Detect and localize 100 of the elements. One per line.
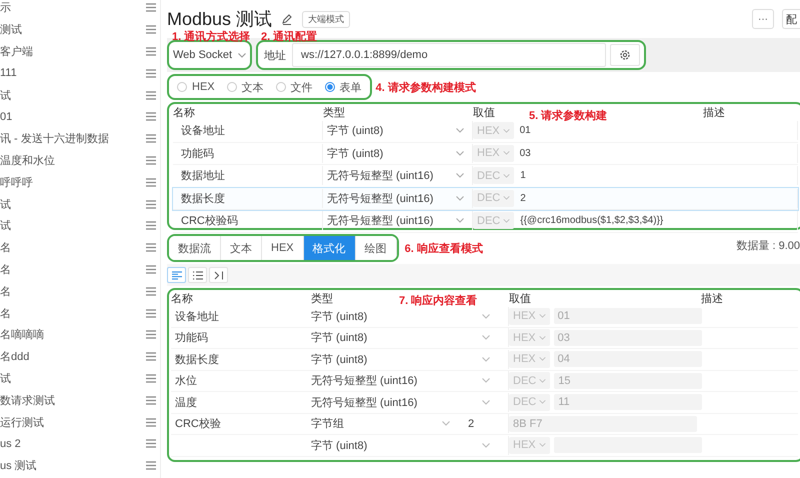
column-header: 名称 bbox=[171, 292, 193, 306]
menu-icon[interactable] bbox=[146, 221, 156, 230]
chevron-icon bbox=[538, 314, 546, 318]
sidebar-item[interactable]: 试 bbox=[0, 88, 11, 103]
chevron-icon bbox=[503, 174, 510, 178]
sidebar-item[interactable]: 名 bbox=[0, 284, 11, 299]
sidebar-item[interactable]: 运行测试 bbox=[0, 414, 44, 430]
sidebar-item[interactable]: 试 bbox=[0, 370, 11, 386]
chevron-icon bbox=[502, 128, 510, 133]
menu-icon[interactable] bbox=[146, 308, 156, 318]
chevron-icon bbox=[456, 128, 464, 134]
sidebar-item[interactable]: 测试 bbox=[0, 22, 22, 38]
menu-icon[interactable] bbox=[146, 200, 156, 209]
chevron-icon bbox=[238, 52, 246, 58]
page-title: Modbus 测试 bbox=[167, 8, 272, 30]
name-field[interactable]: 功能码 bbox=[173, 144, 323, 163]
type-select[interactable]: 字节组 bbox=[311, 414, 458, 434]
sidebar-item[interactable]: 数请求测试 bbox=[0, 392, 55, 408]
sidebar-item[interactable]: us 测试 bbox=[0, 458, 37, 474]
menu-icon[interactable] bbox=[146, 3, 156, 12]
sidebar-item[interactable]: 名ddd bbox=[0, 349, 30, 364]
menu-icon[interactable] bbox=[146, 178, 156, 187]
menu-icon[interactable] bbox=[146, 286, 156, 296]
chevron-icon bbox=[538, 443, 546, 448]
sidebar-item[interactable]: 试 bbox=[0, 218, 11, 234]
menu-icon[interactable] bbox=[146, 90, 156, 100]
radio-option[interactable]: 文件 bbox=[276, 80, 313, 94]
menu-icon[interactable] bbox=[146, 418, 156, 427]
more-button[interactable]: ··· bbox=[752, 9, 774, 29]
sidebar-item[interactable]: 名 bbox=[0, 262, 11, 277]
chevron-icon bbox=[538, 336, 546, 340]
align-left-icon bbox=[172, 270, 182, 280]
menu-icon[interactable] bbox=[146, 330, 156, 340]
sidebar-item[interactable]: 讯 - 发送十六进制数据 bbox=[0, 131, 109, 146]
table-cell-text: 设备地址 bbox=[174, 310, 220, 324]
sidebar-item[interactable]: 名 bbox=[0, 306, 11, 321]
menu-icon[interactable] bbox=[146, 439, 156, 448]
sidebar-item[interactable]: 呼呼呼 bbox=[0, 174, 33, 190]
value-field[interactable]: 03 bbox=[518, 144, 699, 163]
menu-icon[interactable] bbox=[146, 46, 156, 56]
name-field[interactable]: 数据长度 bbox=[173, 188, 323, 208]
sidebar-item[interactable]: 111 bbox=[0, 67, 17, 80]
view-tab[interactable]: 数据流 bbox=[169, 236, 221, 260]
type-select[interactable]: 字节 (uint8) bbox=[311, 306, 498, 326]
type-select[interactable]: 无符号短整型 (uint16) bbox=[311, 392, 498, 412]
address-field[interactable]: ws://127.0.0.1:8899/demo bbox=[292, 43, 606, 67]
align-left-button[interactable] bbox=[167, 267, 186, 283]
menu-icon[interactable] bbox=[146, 352, 156, 362]
table-row[interactable]: 功能码 字节 (uint8) HEX 03 bbox=[173, 142, 798, 165]
sidebar-item[interactable]: us 2 bbox=[0, 438, 21, 450]
value-field[interactable]: 1 bbox=[518, 166, 699, 186]
table-row[interactable]: 数据长度 无符号短整型 (uint16) DEC 2 bbox=[173, 188, 798, 210]
sidebar-item[interactable]: 温度和水位 bbox=[0, 152, 55, 168]
type-select[interactable]: 无符号短整型 (uint16) bbox=[311, 371, 498, 390]
type-select[interactable]: 字节 (uint8) bbox=[311, 350, 498, 369]
list-icon bbox=[192, 270, 202, 280]
sidebar-item[interactable]: 客户端 bbox=[0, 44, 33, 59]
menu-icon[interactable] bbox=[146, 374, 156, 383]
type-select[interactable]: 字节 (uint8) bbox=[311, 436, 498, 455]
sidebar-item[interactable]: 名嘀嘀嘀 bbox=[0, 327, 44, 342]
annotation-label: 1. 通讯方式选择 bbox=[172, 30, 250, 44]
config-button[interactable]: 配 bbox=[782, 9, 800, 29]
column-header: 取值 bbox=[473, 106, 495, 120]
chevron-icon bbox=[456, 196, 464, 201]
name-field[interactable]: CRC校验码 bbox=[173, 211, 323, 230]
sidebar-item[interactable]: 试 bbox=[0, 196, 11, 212]
value-field[interactable]: 01 bbox=[518, 121, 699, 140]
menu-icon[interactable] bbox=[146, 156, 156, 165]
column-header: 描述 bbox=[701, 292, 723, 306]
list-button[interactable] bbox=[188, 267, 207, 283]
view-tab[interactable]: 格式化 bbox=[304, 236, 356, 260]
settings-button[interactable] bbox=[610, 44, 640, 66]
radio-option[interactable]: HEX bbox=[177, 81, 215, 93]
name-field[interactable]: 设备地址 bbox=[173, 121, 323, 140]
menu-icon[interactable] bbox=[146, 461, 156, 470]
value-field[interactable]: 2 bbox=[518, 188, 699, 208]
chevron-icon bbox=[503, 196, 510, 200]
collapse-button[interactable] bbox=[209, 267, 228, 283]
menu-icon[interactable] bbox=[146, 25, 156, 34]
table-row[interactable]: 设备地址 字节 (uint8) HEX 01 bbox=[173, 120, 798, 142]
menu-icon[interactable] bbox=[146, 112, 156, 122]
edit-icon[interactable] bbox=[280, 12, 294, 26]
menu-icon[interactable] bbox=[146, 68, 156, 78]
name-field[interactable]: 数据地址 bbox=[173, 166, 323, 186]
table-row[interactable]: CRC校验码 无符号短整型 (uint16) DEC {{@crc16modbus($1,$2,$3,$4)}} bbox=[173, 210, 798, 232]
type-select[interactable]: 字节 (uint8) bbox=[311, 328, 498, 348]
radio-option[interactable]: 表单 bbox=[324, 80, 362, 94]
sidebar-item[interactable]: 示 bbox=[0, 0, 11, 16]
chevron-icon bbox=[539, 400, 546, 404]
chevron-icon bbox=[482, 314, 490, 319]
value-field[interactable]: {{@crc16modbus($1,$2,$3,$4)}} bbox=[518, 211, 699, 230]
radio-option[interactable]: 文本 bbox=[226, 80, 264, 94]
method-select[interactable]: Web Socket bbox=[173, 49, 246, 61]
menu-icon[interactable] bbox=[146, 243, 156, 252]
sidebar-item[interactable]: 名 bbox=[0, 240, 11, 256]
menu-icon[interactable] bbox=[146, 134, 156, 144]
sidebar-item[interactable]: 01 bbox=[0, 110, 12, 123]
menu-icon[interactable] bbox=[146, 264, 156, 274]
menu-icon[interactable] bbox=[146, 396, 156, 405]
table-cell-text: 温度 bbox=[174, 396, 198, 410]
